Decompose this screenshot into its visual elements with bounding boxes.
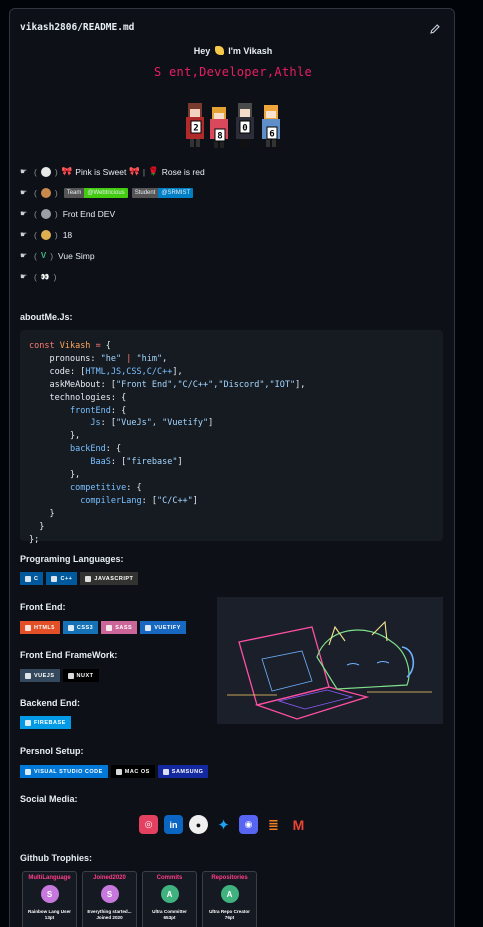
trophy-icon: A bbox=[160, 885, 179, 903]
greeting: Hey I'm Vikash bbox=[193, 46, 273, 56]
gmail-icon[interactable]: M bbox=[289, 815, 308, 834]
pointing-hand-icon: ☛ bbox=[20, 272, 28, 281]
trophy-card[interactable]: Commits A Ultra Committer 653pt bbox=[142, 871, 197, 927]
twitter-icon[interactable]: ✦ bbox=[214, 815, 233, 834]
skill-badge[interactable]: NUXT bbox=[62, 669, 99, 682]
social-heading: Social Media: bbox=[20, 794, 78, 804]
skill-badge[interactable]: FIREBASE bbox=[20, 716, 71, 729]
about-list: ☛ () 🎀 Pink is Sweet 🎀 | 🌹 Rose is red ☛… bbox=[20, 161, 205, 287]
frontend-badges: HTML5 CSS3 SASS VUETIFY bbox=[20, 621, 186, 634]
trophy-card[interactable]: MultiLanguage S Rainbow Lang User 13pt bbox=[22, 871, 77, 927]
skill-badge[interactable]: HTML5 bbox=[20, 621, 60, 634]
frontend-heading: Front End: bbox=[20, 602, 66, 612]
raccoon-icon bbox=[40, 208, 51, 219]
volleyball-icon bbox=[40, 166, 51, 177]
team-badge[interactable]: Team @Webtricious bbox=[63, 187, 128, 198]
student-badge[interactable]: Student @SRMIST bbox=[131, 187, 194, 198]
trophy-card[interactable]: Repositories A Ultra Repo Creator 76pt bbox=[202, 871, 257, 927]
list-item: ☛ () 🎀 Pink is Sweet 🎀 | 🌹 Rose is red bbox=[20, 166, 205, 177]
pointing-hand-icon: ☛ bbox=[20, 167, 28, 176]
skill-badge[interactable]: C bbox=[20, 572, 44, 585]
tech-logo-icon bbox=[85, 575, 92, 582]
trophies-heading: Github Trophies: bbox=[20, 853, 92, 863]
file-path[interactable]: vikash2806/README.md bbox=[20, 22, 134, 33]
ribbon-icon: 🎀 bbox=[61, 166, 73, 176]
tech-logo-icon bbox=[67, 672, 74, 679]
skill-badge[interactable]: VUETIFY bbox=[140, 621, 186, 634]
counter-digit: 0 bbox=[242, 124, 247, 134]
framework-heading: Front End FrameWork: bbox=[20, 650, 118, 660]
skill-badge[interactable]: SAMSUNG bbox=[157, 765, 209, 778]
tech-logo-icon bbox=[145, 624, 152, 631]
github-icon[interactable]: ● bbox=[189, 815, 208, 834]
tech-logo-icon bbox=[51, 575, 58, 582]
framework-badges: VUEJS NUXT bbox=[20, 669, 99, 682]
skill-badge[interactable]: CSS3 bbox=[62, 621, 99, 634]
typing-banner: S ent,Developer,Athle bbox=[153, 65, 313, 79]
trophy-icon: S bbox=[100, 885, 119, 903]
dancer-icon bbox=[40, 229, 51, 240]
monkey-icon bbox=[40, 187, 51, 198]
eyes-icon: 👀 bbox=[40, 273, 50, 281]
setup-badges: VISUAL STUDIO CODE MAC OS SAMSUNG bbox=[20, 765, 209, 778]
visitor-counter-image: 2 8 0 6 bbox=[186, 103, 280, 148]
skill-badge[interactable]: SASS bbox=[101, 621, 138, 634]
character-2 bbox=[210, 107, 228, 148]
list-item: ☛ () Team @Webtricious Student @SRMIST bbox=[20, 182, 205, 203]
tech-logo-icon bbox=[25, 672, 31, 679]
trophy-card[interactable]: Joined2020 S Everything started... Joine… bbox=[82, 871, 137, 927]
pointing-hand-icon: ☛ bbox=[20, 230, 28, 239]
backend-heading: Backend End: bbox=[20, 698, 81, 708]
list-item: ☛ () 18 bbox=[20, 229, 73, 240]
counter-digit: 8 bbox=[217, 132, 222, 142]
skill-badge[interactable]: C++ bbox=[46, 572, 78, 585]
vue-icon: V bbox=[40, 251, 47, 260]
skill-badge[interactable]: MAC OS bbox=[110, 765, 155, 778]
social-links: ◎ in ● ✦ ◉ ≣ M bbox=[139, 815, 308, 834]
list-item: ☛ (V) Vue Simp bbox=[20, 250, 95, 261]
pointing-hand-icon: ☛ bbox=[20, 251, 28, 260]
setup-heading: Persnol Setup: bbox=[20, 746, 84, 756]
pointing-hand-icon: ☛ bbox=[20, 188, 28, 197]
skill-badge[interactable]: JAVASCRIPT bbox=[80, 572, 139, 585]
counter-digit: 2 bbox=[193, 124, 198, 134]
linkedin-icon[interactable]: in bbox=[164, 815, 183, 834]
list-item: ☛ () Frot End DEV bbox=[20, 208, 116, 219]
tech-logo-icon bbox=[162, 768, 169, 775]
counter-digit: 6 bbox=[269, 130, 274, 140]
list-item: ☛ (👀) bbox=[20, 271, 57, 282]
tech-logo-icon bbox=[67, 624, 74, 631]
skill-badge[interactable]: VUEJS bbox=[20, 669, 60, 682]
tech-logo-icon bbox=[106, 624, 113, 631]
tech-logo-icon bbox=[25, 624, 31, 631]
character-4 bbox=[262, 105, 280, 147]
trophy-icon: A bbox=[220, 885, 239, 903]
pointing-hand-icon: ☛ bbox=[20, 209, 28, 218]
ribbon-icon: 🎀 bbox=[129, 166, 140, 176]
backend-badges: FIREBASE bbox=[20, 716, 71, 729]
stackoverflow-icon[interactable]: ≣ bbox=[264, 815, 283, 834]
about-heading: aboutMe.Js: bbox=[20, 312, 73, 322]
tech-logo-icon bbox=[25, 768, 31, 775]
pencil-icon[interactable] bbox=[429, 23, 441, 35]
coding-cat-illustration bbox=[217, 597, 443, 724]
skill-badge[interactable]: VISUAL STUDIO CODE bbox=[20, 765, 108, 778]
tech-logo-icon bbox=[115, 768, 122, 775]
trophy-icon: S bbox=[40, 885, 59, 903]
rose-icon: 🌹 bbox=[148, 166, 159, 176]
tech-logo-icon bbox=[25, 719, 31, 726]
discord-icon[interactable]: ◉ bbox=[239, 815, 258, 834]
languages-badges: C C++ JAVASCRIPT bbox=[20, 572, 139, 585]
readme-card: vikash2806/README.md Hey I'm Vikash S en… bbox=[9, 8, 455, 927]
languages-heading: Programing Languages: bbox=[20, 554, 124, 564]
wave-icon bbox=[214, 46, 224, 55]
trophy-row: MultiLanguage S Rainbow Lang User 13pt J… bbox=[22, 871, 257, 927]
tech-logo-icon bbox=[25, 575, 31, 582]
instagram-icon[interactable]: ◎ bbox=[139, 815, 158, 834]
code-block[interactable]: const Vikash = { pronouns: "he" | "him",… bbox=[20, 330, 443, 545]
